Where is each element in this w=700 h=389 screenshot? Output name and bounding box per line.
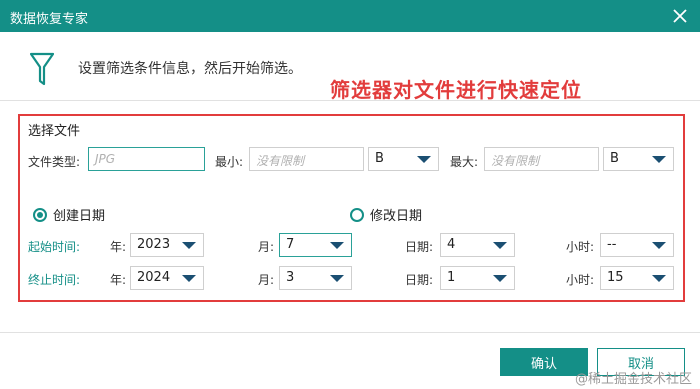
end-year-select[interactable]: 2024 <box>130 266 204 290</box>
dialog-header: 设置筛选条件信息，然后开始筛选。 筛选器对文件进行快速定位 <box>0 32 700 102</box>
radio-selected-icon <box>33 207 47 222</box>
chevron-down-icon <box>652 275 666 282</box>
end-day-label: 日期: <box>405 273 434 287</box>
start-hour-select[interactable]: -- <box>600 233 674 257</box>
file-type-placeholder: JPG <box>95 152 116 166</box>
start-month-label: 月: <box>258 240 275 254</box>
chevron-down-icon <box>182 275 196 282</box>
end-year-value: 2024 <box>137 270 171 285</box>
radio-created-label: 创建日期 <box>53 209 106 224</box>
end-year-label: 年: <box>110 273 127 287</box>
end-hour-label: 小时: <box>566 273 595 287</box>
start-month-value: 7 <box>286 237 295 252</box>
max-size-label: 最大: <box>450 155 479 169</box>
end-time-label: 终止时间: <box>28 273 81 287</box>
chevron-down-icon <box>652 156 666 163</box>
min-size-input[interactable]: 没有限制 <box>249 147 364 171</box>
chevron-down-icon <box>493 242 507 249</box>
instruction-text: 设置筛选条件信息，然后开始筛选。 <box>78 61 302 77</box>
end-day-value: 1 <box>447 270 456 285</box>
watermark: @稀土掘金技术社区 <box>574 372 692 387</box>
min-size-placeholder: 没有限制 <box>256 154 305 168</box>
max-unit-select[interactable]: B <box>603 147 674 171</box>
end-hour-select[interactable]: 15 <box>600 266 674 290</box>
title-bar: 数据恢复专家 <box>0 0 700 32</box>
min-unit-value: B <box>375 151 384 166</box>
start-month-select[interactable]: 7 <box>279 233 352 257</box>
chevron-down-icon <box>330 242 344 249</box>
radio-unselected-icon <box>350 207 364 222</box>
file-type-input[interactable]: JPG <box>88 147 205 171</box>
start-year-select[interactable]: 2023 <box>130 233 204 257</box>
radio-modified-date[interactable]: 修改日期 <box>350 205 422 224</box>
start-day-value: 4 <box>447 237 456 252</box>
start-time-label: 起始时间: <box>28 240 81 254</box>
annotation-text: 筛选器对文件进行快速定位 <box>330 78 582 102</box>
max-size-placeholder: 没有限制 <box>491 154 540 168</box>
chevron-down-icon <box>182 242 196 249</box>
file-type-label: 文件类型: <box>28 155 81 169</box>
start-day-label: 日期: <box>405 240 434 254</box>
start-year-value: 2023 <box>137 237 171 252</box>
chevron-down-icon <box>493 275 507 282</box>
end-month-value: 3 <box>286 270 295 285</box>
max-size-input[interactable]: 没有限制 <box>484 147 599 171</box>
radio-created-date[interactable]: 创建日期 <box>33 205 105 224</box>
close-icon <box>673 9 687 23</box>
start-day-select[interactable]: 4 <box>440 233 515 257</box>
radio-modified-label: 修改日期 <box>370 209 423 224</box>
end-day-select[interactable]: 1 <box>440 266 515 290</box>
start-year-label: 年: <box>110 240 127 254</box>
start-hour-label: 小时: <box>566 240 595 254</box>
close-button[interactable] <box>660 0 700 32</box>
filter-icon <box>30 52 54 86</box>
chevron-down-icon <box>330 275 344 282</box>
section-title: 选择文件 <box>28 124 81 139</box>
min-size-label: 最小: <box>215 155 244 169</box>
min-unit-select[interactable]: B <box>368 147 439 171</box>
chevron-down-icon <box>652 242 666 249</box>
end-hour-value: 15 <box>607 270 624 285</box>
start-hour-value: -- <box>607 237 617 252</box>
end-month-label: 月: <box>258 273 275 287</box>
header-divider <box>0 100 700 101</box>
end-month-select[interactable]: 3 <box>279 266 352 290</box>
footer-divider <box>0 332 700 333</box>
window-title: 数据恢复专家 <box>10 12 89 27</box>
chevron-down-icon <box>417 156 431 163</box>
max-unit-value: B <box>610 151 619 166</box>
